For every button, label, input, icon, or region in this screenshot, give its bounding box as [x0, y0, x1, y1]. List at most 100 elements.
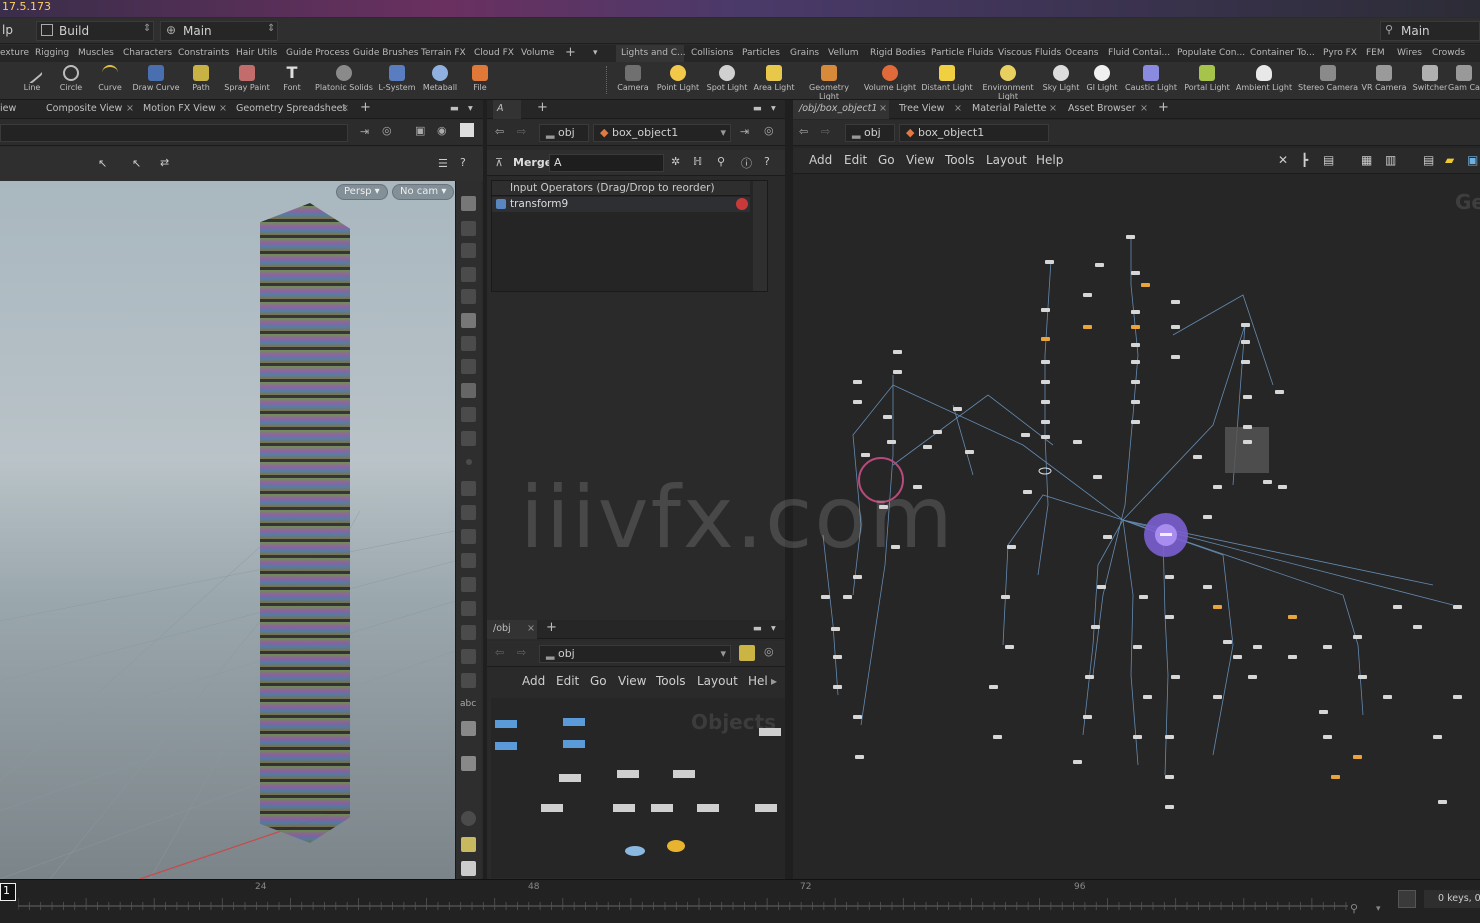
- edge-icon[interactable]: [461, 481, 476, 496]
- snap-icon[interactable]: ▣: [415, 124, 425, 137]
- scrollbar[interactable]: [753, 181, 767, 291]
- shading-icon[interactable]: [461, 359, 476, 374]
- add-tab-plus-icon[interactable]: +: [360, 100, 371, 115]
- chevron-down-icon[interactable]: ▾: [771, 623, 776, 634]
- pin-icon[interactable]: [739, 645, 755, 661]
- node-name-field[interactable]: A: [549, 154, 664, 172]
- shelf-tab[interactable]: Cloud FX: [474, 48, 514, 58]
- search-icon[interactable]: ⚲: [717, 155, 725, 168]
- pin-icon[interactable]: [461, 756, 476, 771]
- shelf-tab[interactable]: Rigid Bodies: [870, 48, 926, 58]
- snap-icon[interactable]: [461, 336, 476, 351]
- grid-icon[interactable]: ▦: [1361, 153, 1372, 167]
- menu-help[interactable]: Hel: [748, 674, 768, 688]
- path-node[interactable]: ◆ box_object1 ▾: [593, 124, 731, 142]
- menu-go[interactable]: Go: [590, 674, 607, 688]
- shelf-tab[interactable]: Collisions: [691, 48, 733, 58]
- platonic-solids-tool[interactable]: Platonic Solids: [314, 62, 374, 98]
- hull-icon[interactable]: [461, 649, 476, 664]
- add-tab-plus-icon[interactable]: +: [565, 45, 576, 60]
- current-frame-field[interactable]: 1: [0, 883, 16, 901]
- obj-node[interactable]: [563, 740, 585, 748]
- sticky-icon[interactable]: ▰: [1445, 153, 1454, 167]
- scene-viewport[interactable]: Persp ▾ No cam ▾: [0, 181, 455, 879]
- select-arrow-icon[interactable]: ↖: [98, 157, 107, 170]
- forward-arrow-icon[interactable]: ⇨: [821, 125, 830, 138]
- help-icon[interactable]: ?: [764, 155, 770, 168]
- pin-icon[interactable]: ⇥: [360, 125, 369, 138]
- right-shelf-set-selector[interactable]: ⚲ Main: [1380, 21, 1480, 41]
- menu-tools[interactable]: Tools: [945, 153, 975, 167]
- camera-icon[interactable]: [461, 267, 476, 282]
- light-node-icon[interactable]: [625, 846, 645, 856]
- shelf-tab[interactable]: Pyro FX: [1323, 48, 1357, 58]
- close-icon[interactable]: ×: [341, 103, 349, 114]
- shelf-set-selector[interactable]: ⊕ Main ⇕: [160, 21, 278, 41]
- wrench-icon[interactable]: ✕: [1278, 153, 1288, 167]
- back-arrow-icon[interactable]: ⇦: [495, 125, 504, 138]
- param-tab-active[interactable]: A: [493, 100, 521, 119]
- normal-icon[interactable]: [461, 505, 476, 520]
- shelf-tab[interactable]: exture: [0, 48, 29, 58]
- portal-light-tool[interactable]: Portal Light: [1177, 62, 1237, 98]
- view-icon[interactable]: [460, 123, 474, 137]
- network-path-node[interactable]: ◆ box_object1: [899, 124, 1049, 142]
- file-tool[interactable]: File: [450, 62, 510, 98]
- help-menu[interactable]: lp: [2, 23, 13, 37]
- obj-node[interactable]: [759, 728, 781, 736]
- shelf-tab[interactable]: Crowds: [1432, 48, 1465, 58]
- obj-network-view[interactable]: Objects: [491, 698, 785, 878]
- render-icon[interactable]: [461, 861, 476, 876]
- persp-menu[interactable]: Persp ▾: [336, 184, 388, 200]
- obj-node[interactable]: [651, 804, 673, 812]
- light-node-icon[interactable]: [667, 840, 685, 852]
- desktop-selector[interactable]: Build ⇕: [36, 21, 154, 41]
- shelf-tab[interactable]: Volume: [521, 48, 554, 58]
- shelf-tab[interactable]: Guide Brushes: [353, 48, 419, 58]
- obj-node[interactable]: [541, 804, 563, 812]
- obj-node[interactable]: [495, 720, 517, 728]
- shelf-tab[interactable]: Rigging: [35, 48, 69, 58]
- chevron-right-icon[interactable]: ▸: [771, 674, 777, 688]
- add-tab-plus-icon[interactable]: +: [1158, 100, 1169, 115]
- pin-icon[interactable]: ⇥: [740, 125, 749, 138]
- shelf-tab-active[interactable]: Lights and C...: [621, 48, 686, 58]
- distant-light-tool[interactable]: Distant Light: [917, 62, 977, 98]
- menu-edit[interactable]: Edit: [844, 153, 867, 167]
- obj-node[interactable]: [697, 804, 719, 812]
- display-options-icon[interactable]: ☰: [438, 157, 448, 170]
- path-root[interactable]: ▂ obj: [539, 124, 589, 142]
- close-icon[interactable]: ×: [1049, 103, 1057, 114]
- shelf-tab[interactable]: Constraints: [178, 48, 229, 58]
- pane-splitter[interactable]: [483, 100, 487, 880]
- obj-path-dropdown[interactable]: ▂ obj ▾: [539, 645, 731, 663]
- add-tab-plus-icon[interactable]: +: [537, 100, 548, 115]
- tab-network-path[interactable]: /obj/box_object1 ×: [793, 100, 889, 119]
- menu-tools[interactable]: Tools: [656, 674, 686, 688]
- area-light-tool[interactable]: Area Light: [744, 62, 804, 98]
- handle-icon[interactable]: ⇄: [160, 156, 169, 169]
- display-icon[interactable]: ◉: [437, 124, 447, 137]
- shelf-tab[interactable]: Muscles: [78, 48, 114, 58]
- add-tab-plus-icon[interactable]: +: [546, 620, 557, 635]
- shelf-tab[interactable]: Particle Fluids: [931, 48, 993, 58]
- lock-icon[interactable]: [461, 243, 476, 258]
- shelf-tab[interactable]: Container To...: [1250, 48, 1315, 58]
- shelf-tab[interactable]: Vellum: [828, 48, 858, 58]
- vertex-icon[interactable]: [461, 577, 476, 592]
- shelf-tab[interactable]: Grains: [790, 48, 819, 58]
- remove-icon[interactable]: [736, 198, 748, 210]
- pane-layout-icon[interactable]: ▬: [753, 103, 762, 114]
- obj-node[interactable]: [673, 770, 695, 778]
- chevron-down-icon[interactable]: ▾: [1376, 904, 1381, 914]
- tab-obj[interactable]: /obj ×: [487, 620, 537, 639]
- volume-light-tool[interactable]: Volume Light: [860, 62, 920, 98]
- menu-add[interactable]: Add: [522, 674, 545, 688]
- menu-go[interactable]: Go: [878, 153, 895, 167]
- background-icon[interactable]: [461, 673, 476, 688]
- stereo-camera-tool[interactable]: Stereo Camera: [1298, 62, 1358, 98]
- uv-icon[interactable]: [461, 625, 476, 640]
- tab-tree-view[interactable]: Tree View: [899, 103, 944, 114]
- grid-icon[interactable]: [461, 383, 476, 398]
- shelf-tab[interactable]: Wires: [1397, 48, 1422, 58]
